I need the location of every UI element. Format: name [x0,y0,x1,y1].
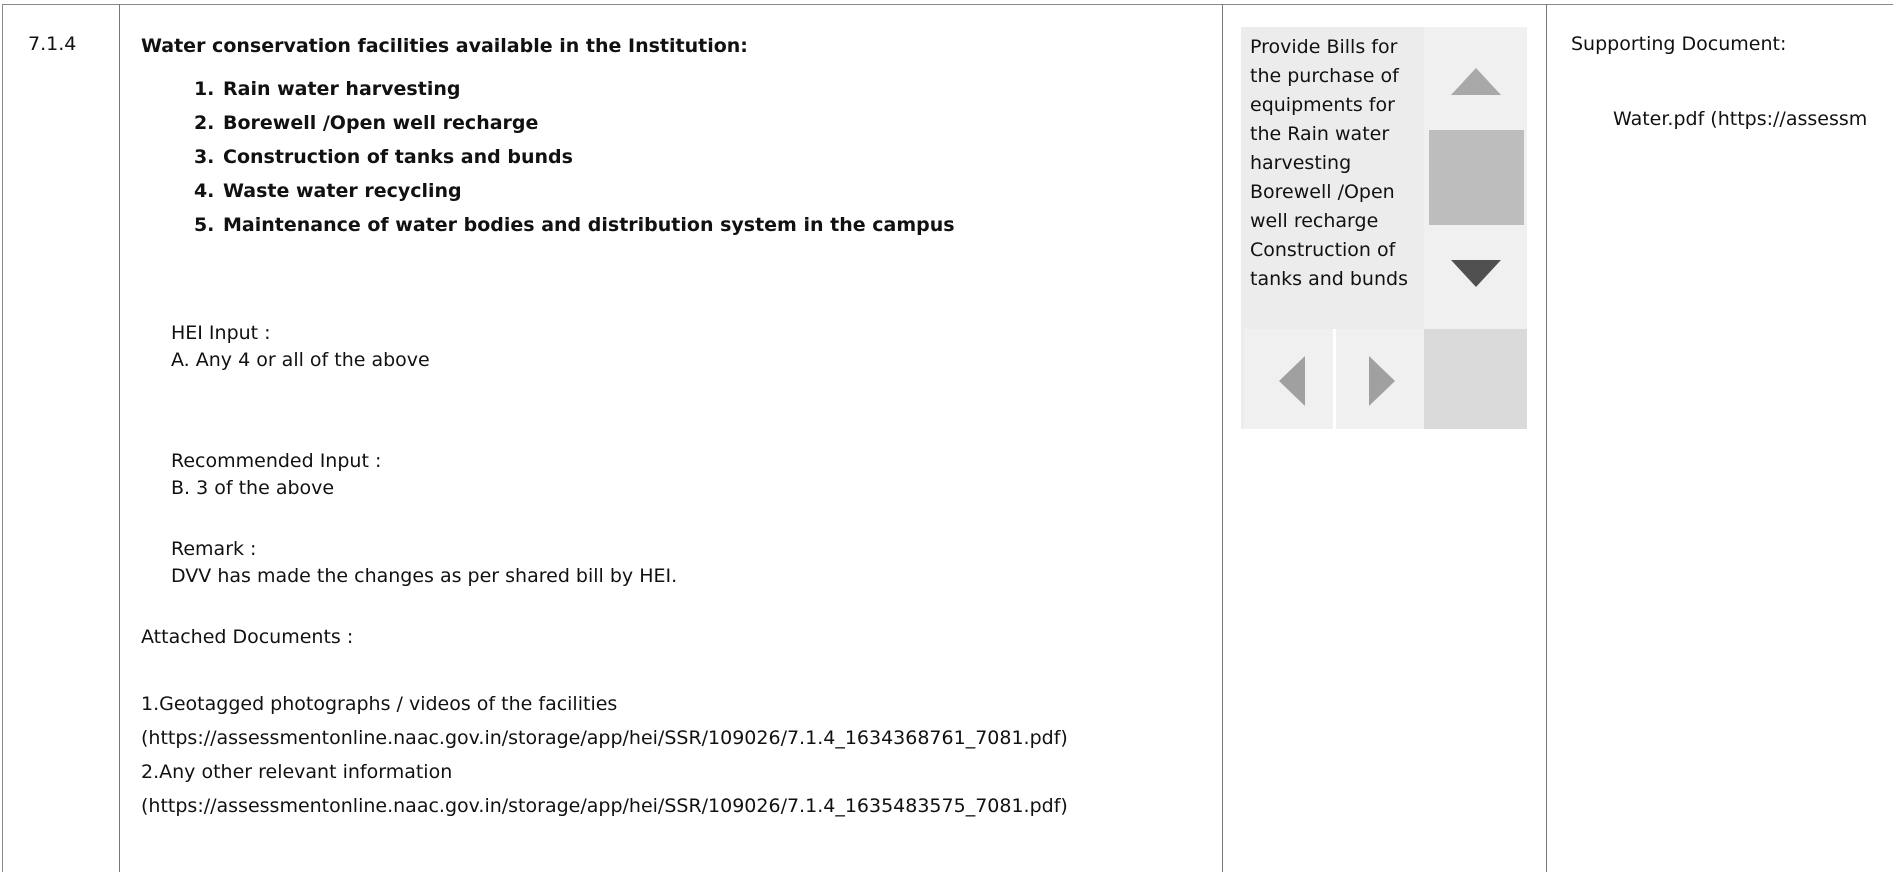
scrollbar-divider [1333,329,1336,429]
scroll-left-arrow-icon[interactable] [1279,356,1305,406]
recommended-input-label: Recommended Input : [171,450,382,472]
metric-content: Water conservation facilities available … [141,33,1201,823]
dvv-note-text: Provide Bills for the purchase of equipm… [1250,36,1408,290]
criteria-item: Maintenance of water bodies and distribu… [221,208,1201,242]
hei-input-label: HEI Input : [171,322,271,344]
remark-value: DVV has made the changes as per shared b… [171,565,678,587]
attachments-list: 1.Geotagged photographs / videos of the … [141,687,1201,823]
supporting-document-label: Supporting Document: [1571,33,1787,55]
attachment-link[interactable]: (https://assessmentonline.naac.gov.in/st… [141,789,1201,823]
metric-heading: Water conservation facilities available … [141,35,748,57]
criteria-list: Rain water harvesting Borewell /Open wel… [141,72,1201,242]
criteria-item: Construction of tanks and bunds [221,140,1201,174]
attachment-link[interactable]: (https://assessmentonline.naac.gov.in/st… [141,721,1201,755]
table-top-border [2,4,1893,5]
remark-block: Remark : DVV has made the changes as per… [171,536,1231,590]
attached-documents-label: Attached Documents : [141,626,354,648]
column-divider [1546,4,1547,872]
criteria-item: Borewell /Open well recharge [221,106,1201,140]
column-divider [119,4,120,872]
recommended-input-value: B. 3 of the above [171,477,335,499]
hei-input-block: HEI Input : A. Any 4 or all of the above [171,320,1231,374]
scroll-down-arrow-icon[interactable] [1451,260,1501,287]
scrollbar-thumb[interactable] [1429,130,1524,225]
scrollbar-corner [1424,329,1527,429]
criteria-item: Rain water harvesting [221,72,1201,106]
column-divider [1222,4,1223,872]
attachment-title: 1.Geotagged photographs / videos of the … [141,693,618,715]
scroll-up-arrow-icon[interactable] [1451,68,1501,95]
recommended-input-block: Recommended Input : B. 3 of the above [171,448,1231,502]
metric-number: 7.1.4 [28,33,77,55]
remark-label: Remark : [171,538,257,560]
table-left-border [2,4,3,872]
attachment-title: 2.Any other relevant information [141,761,453,783]
hei-input-value: A. Any 4 or all of the above [171,349,430,371]
criteria-item: Waste water recycling [221,174,1201,208]
supporting-document-link[interactable]: Water.pdf (https://assessm [1613,108,1867,130]
scroll-right-arrow-icon[interactable] [1369,356,1395,406]
